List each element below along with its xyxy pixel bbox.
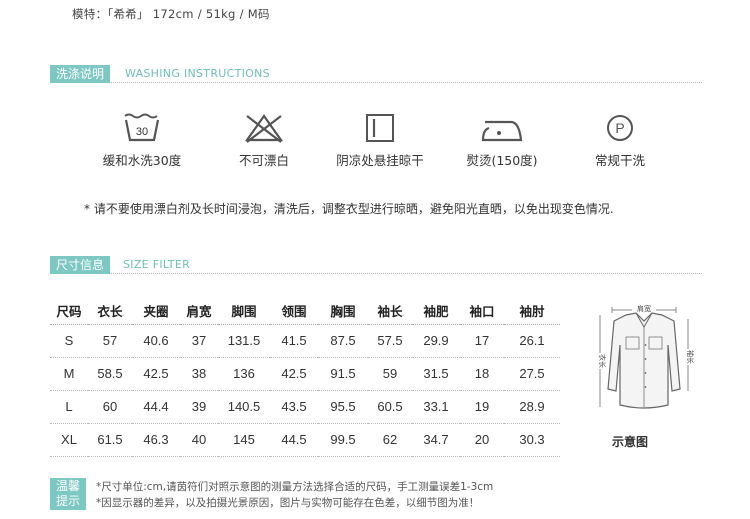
- wash-item-hang-dry: 阴凉处悬挂晾干: [320, 112, 440, 169]
- size-table: 尺码 衣长 夹圈 肩宽 脚围 领围 胸围 袖长 袖肥 袖口 袖肘 S 57 40…: [50, 298, 560, 457]
- header-shoulder: 肩宽: [180, 298, 218, 325]
- tips-badge-line1: 温馨: [55, 479, 80, 493]
- wash-item-no-bleach: 不可漂白: [204, 112, 324, 169]
- table-cell: 60: [88, 390, 132, 424]
- size-title: 尺寸信息: [50, 256, 111, 274]
- table-cell: 27.5: [504, 357, 560, 391]
- table-cell: 60.5: [368, 390, 412, 424]
- table-cell: 46.3: [132, 423, 180, 457]
- header-size: 尺码: [50, 298, 88, 325]
- tips-badge: 温馨 提示: [50, 478, 86, 510]
- wash-temperature: 30: [136, 126, 148, 138]
- table-cell: 38: [180, 357, 218, 391]
- tips-text: *尺寸单位:cm,请茵符们对照示意图的测量方法选择合适的尺码，手工测量误差1-3…: [96, 479, 493, 511]
- washing-icons: 30 缓和水洗30度 不可漂白 阴凉处悬挂晾干 熨烫(150度) P 常规干洗: [100, 112, 670, 172]
- table-cell: 26.1: [504, 324, 560, 358]
- diagram-left-label: 衣长: [598, 354, 607, 368]
- table-cell: 57.5: [368, 324, 412, 358]
- header-hem: 脚围: [218, 298, 270, 325]
- table-cell: 37: [180, 324, 218, 358]
- header-length: 衣长: [88, 298, 132, 325]
- table-cell: L: [50, 390, 88, 424]
- wash-item-30: 30 缓和水洗30度: [82, 112, 202, 169]
- header-chest: 胸围: [318, 298, 368, 325]
- header-sleeve-width: 袖肥: [412, 298, 460, 325]
- table-cell: 30.3: [504, 423, 560, 457]
- table-cell: 62: [368, 423, 412, 457]
- no-bleach-icon: [244, 114, 284, 143]
- table-cell: 31.5: [412, 357, 460, 391]
- wash-item-iron: 熨烫(150度): [442, 112, 562, 169]
- wash-label-no-bleach: 不可漂白: [238, 153, 289, 168]
- table-cell: 42.5: [132, 357, 180, 391]
- header-collar: 领围: [270, 298, 318, 325]
- table-cell: 19: [460, 390, 504, 424]
- table-cell: 44.5: [270, 423, 318, 457]
- table-cell: 33.1: [412, 390, 460, 424]
- wash-label-hang-dry: 阴凉处悬挂晾干: [336, 153, 424, 168]
- table-cell: 95.5: [318, 390, 368, 424]
- tips-badge-line2: 提示: [55, 494, 80, 508]
- iron-icon: [481, 120, 523, 142]
- table-cell: 87.5: [318, 324, 368, 358]
- table-cell: 140.5: [218, 390, 270, 424]
- table-cell: S: [50, 324, 88, 358]
- table-cell: 34.7: [412, 423, 460, 457]
- table-cell: 40: [180, 423, 218, 457]
- table-cell: 57: [88, 324, 132, 358]
- wash-30-icon: 30: [124, 113, 160, 142]
- header-sleeve-length: 袖长: [368, 298, 412, 325]
- table-row: M 58.5 42.5 38 136 42.5 91.5 59 31.5 18 …: [50, 357, 560, 391]
- diagram-shoulder-label: 肩宽: [637, 304, 651, 313]
- washing-subtitle: WASHING INSTRUCTIONS: [125, 67, 270, 80]
- dry-clean-p-icon: P: [607, 115, 633, 141]
- table-cell: 20: [460, 423, 504, 457]
- diagram-right-label: 袖长: [686, 350, 695, 364]
- table-cell: 43.5: [270, 390, 318, 424]
- diagram-caption: 示意图: [612, 435, 649, 449]
- table-cell: XL: [50, 423, 88, 457]
- size-section-header: 尺寸信息 SIZE FILTER: [50, 256, 702, 274]
- dry-clean-letter: P: [615, 120, 624, 136]
- wash-label-dry-clean: 常规干洗: [594, 153, 645, 168]
- size-table-header: 尺码 衣长 夹圈 肩宽 脚围 领围 胸围 袖长 袖肥 袖口 袖肘: [50, 298, 560, 325]
- table-row: S 57 40.6 37 131.5 41.5 87.5 57.5 29.9 1…: [50, 324, 560, 358]
- model-info: 模特：「希希」 172cm / 51kg / M码: [72, 7, 270, 21]
- wash-label-30: 缓和水洗30度: [102, 153, 182, 168]
- washing-note: * 请不要使用漂白剂及长时间浸泡，清洗后，调整衣型进行晾晒，避免阳光直晒，以免出…: [84, 202, 614, 216]
- tips-line2: *因显示器的差异，以及拍摄光景原因，图片与实物可能存在色差，以细节图为准！: [96, 497, 480, 509]
- table-cell: 17: [460, 324, 504, 358]
- shade-hang-dry-icon: [366, 114, 394, 142]
- table-row: XL 61.5 46.3 40 145 44.5 99.5 62 34.7 20…: [50, 423, 560, 457]
- table-cell: 18: [460, 357, 504, 391]
- table-cell: 131.5: [218, 324, 270, 358]
- header-armhole: 夹圈: [132, 298, 180, 325]
- table-cell: 99.5: [318, 423, 368, 457]
- table-cell: 91.5: [318, 357, 368, 391]
- table-cell: 136: [218, 357, 270, 391]
- table-cell: 28.9: [504, 390, 560, 424]
- table-cell: 42.5: [270, 357, 318, 391]
- tips-line1: *尺寸单位:cm,请茵符们对照示意图的测量方法选择合适的尺码，手工测量误差1-3…: [96, 481, 494, 493]
- table-cell: 58.5: [88, 357, 132, 391]
- table-cell: 41.5: [270, 324, 318, 358]
- table-cell: 29.9: [412, 324, 460, 358]
- table-cell: 145: [218, 423, 270, 457]
- table-cell: 40.6: [132, 324, 180, 358]
- table-cell: 44.4: [132, 390, 180, 424]
- table-cell: 39: [180, 390, 218, 424]
- table-cell: 61.5: [88, 423, 132, 457]
- shirt-measurement-diagram: 肩宽 衣长 袖长: [594, 302, 695, 409]
- washing-title: 洗涤说明: [50, 65, 111, 83]
- header-cuff: 袖口: [460, 298, 504, 325]
- header-elbow: 袖肘: [504, 298, 560, 325]
- wash-label-iron: 熨烫(150度): [466, 153, 538, 168]
- washing-section-header: 洗涤说明 WASHING INSTRUCTIONS: [50, 65, 702, 83]
- table-cell: 59: [368, 357, 412, 391]
- size-subtitle: SIZE FILTER: [123, 258, 191, 271]
- wash-item-dry-clean: P 常规干洗: [560, 112, 680, 169]
- table-row: L 60 44.4 39 140.5 43.5 95.5 60.5 33.1 1…: [50, 390, 560, 424]
- table-cell: M: [50, 357, 88, 391]
